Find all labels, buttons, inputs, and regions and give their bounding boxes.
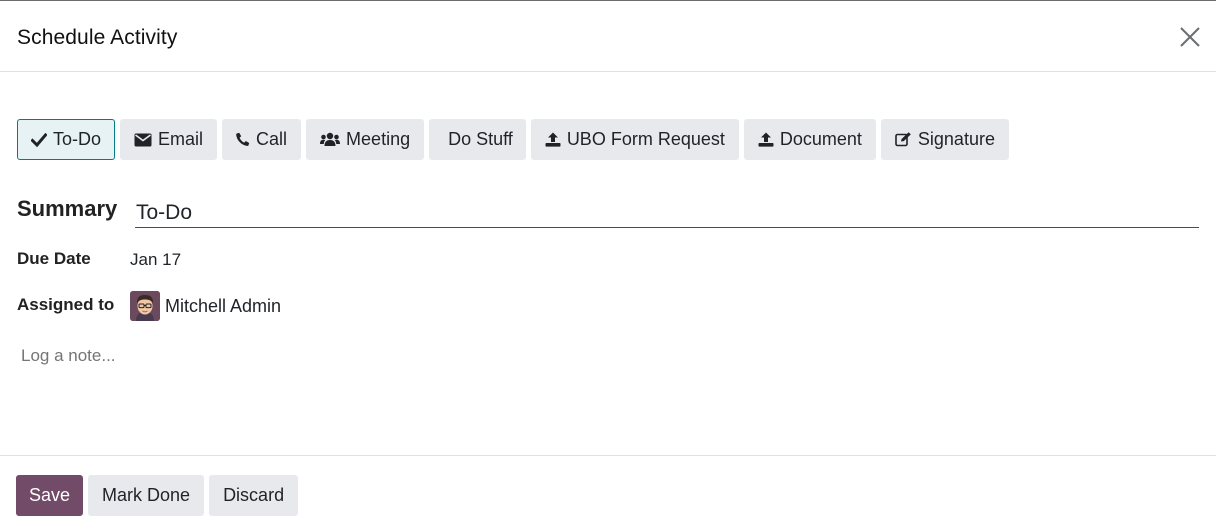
- summary-input[interactable]: [135, 194, 1199, 228]
- activity-type-bar: To-Do Email Call Meeting Do Stuff UBO Fo…: [17, 119, 1009, 160]
- activity-type-do-stuff-button[interactable]: Do Stuff: [429, 119, 526, 160]
- activity-type-label: Meeting: [346, 129, 411, 149]
- activity-type-meeting-button[interactable]: Meeting: [306, 119, 425, 160]
- activity-type-call-button[interactable]: Call: [222, 119, 302, 160]
- summary-label: Summary: [17, 196, 118, 221]
- activity-type-todo-button[interactable]: To-Do: [17, 119, 116, 160]
- assigned-user-name: Mitchell Admin: [165, 295, 282, 316]
- activity-type-label: To-Do: [53, 129, 102, 149]
- due-date-field[interactable]: Jan 17: [130, 250, 181, 270]
- activity-type-label: Email: [158, 129, 204, 149]
- upload-icon: [758, 132, 774, 147]
- activity-type-label: Call: [256, 129, 288, 149]
- avatar: [130, 291, 160, 321]
- activity-type-label: Signature: [917, 129, 995, 149]
- phone-icon: [236, 132, 250, 146]
- save-button[interactable]: Save: [16, 475, 84, 516]
- due-date-label: Due Date: [17, 249, 91, 268]
- mark-done-button[interactable]: Mark Done: [88, 475, 205, 516]
- footer-buttons: Save Mark Done Discard: [16, 475, 299, 516]
- activity-type-document-button[interactable]: Document: [743, 119, 876, 160]
- check-icon: [31, 132, 47, 147]
- activity-type-label: Do Stuff: [448, 129, 513, 149]
- dialog-title: Schedule Activity: [17, 26, 178, 49]
- activity-type-email-button[interactable]: Email: [120, 119, 218, 160]
- activity-type-label: UBO Form Request: [566, 129, 725, 149]
- upload-icon: [545, 132, 561, 147]
- activity-type-label: Document: [779, 129, 862, 149]
- discard-button[interactable]: Discard: [209, 475, 299, 516]
- footer-divider: [0, 455, 1216, 456]
- envelope-icon: [134, 133, 152, 146]
- assigned-to-label: Assigned to: [17, 295, 115, 314]
- note-input[interactable]: [21, 344, 1201, 368]
- activity-type-signature-button[interactable]: Signature: [880, 119, 1009, 160]
- pencil-square-icon: [895, 132, 911, 147]
- close-icon[interactable]: [1176, 23, 1204, 51]
- users-icon: [320, 132, 341, 146]
- dialog-header: Schedule Activity: [0, 1, 1216, 72]
- activity-type-ubo-form-request-button[interactable]: UBO Form Request: [530, 119, 739, 160]
- assigned-to-field[interactable]: Mitchell Admin: [130, 291, 281, 321]
